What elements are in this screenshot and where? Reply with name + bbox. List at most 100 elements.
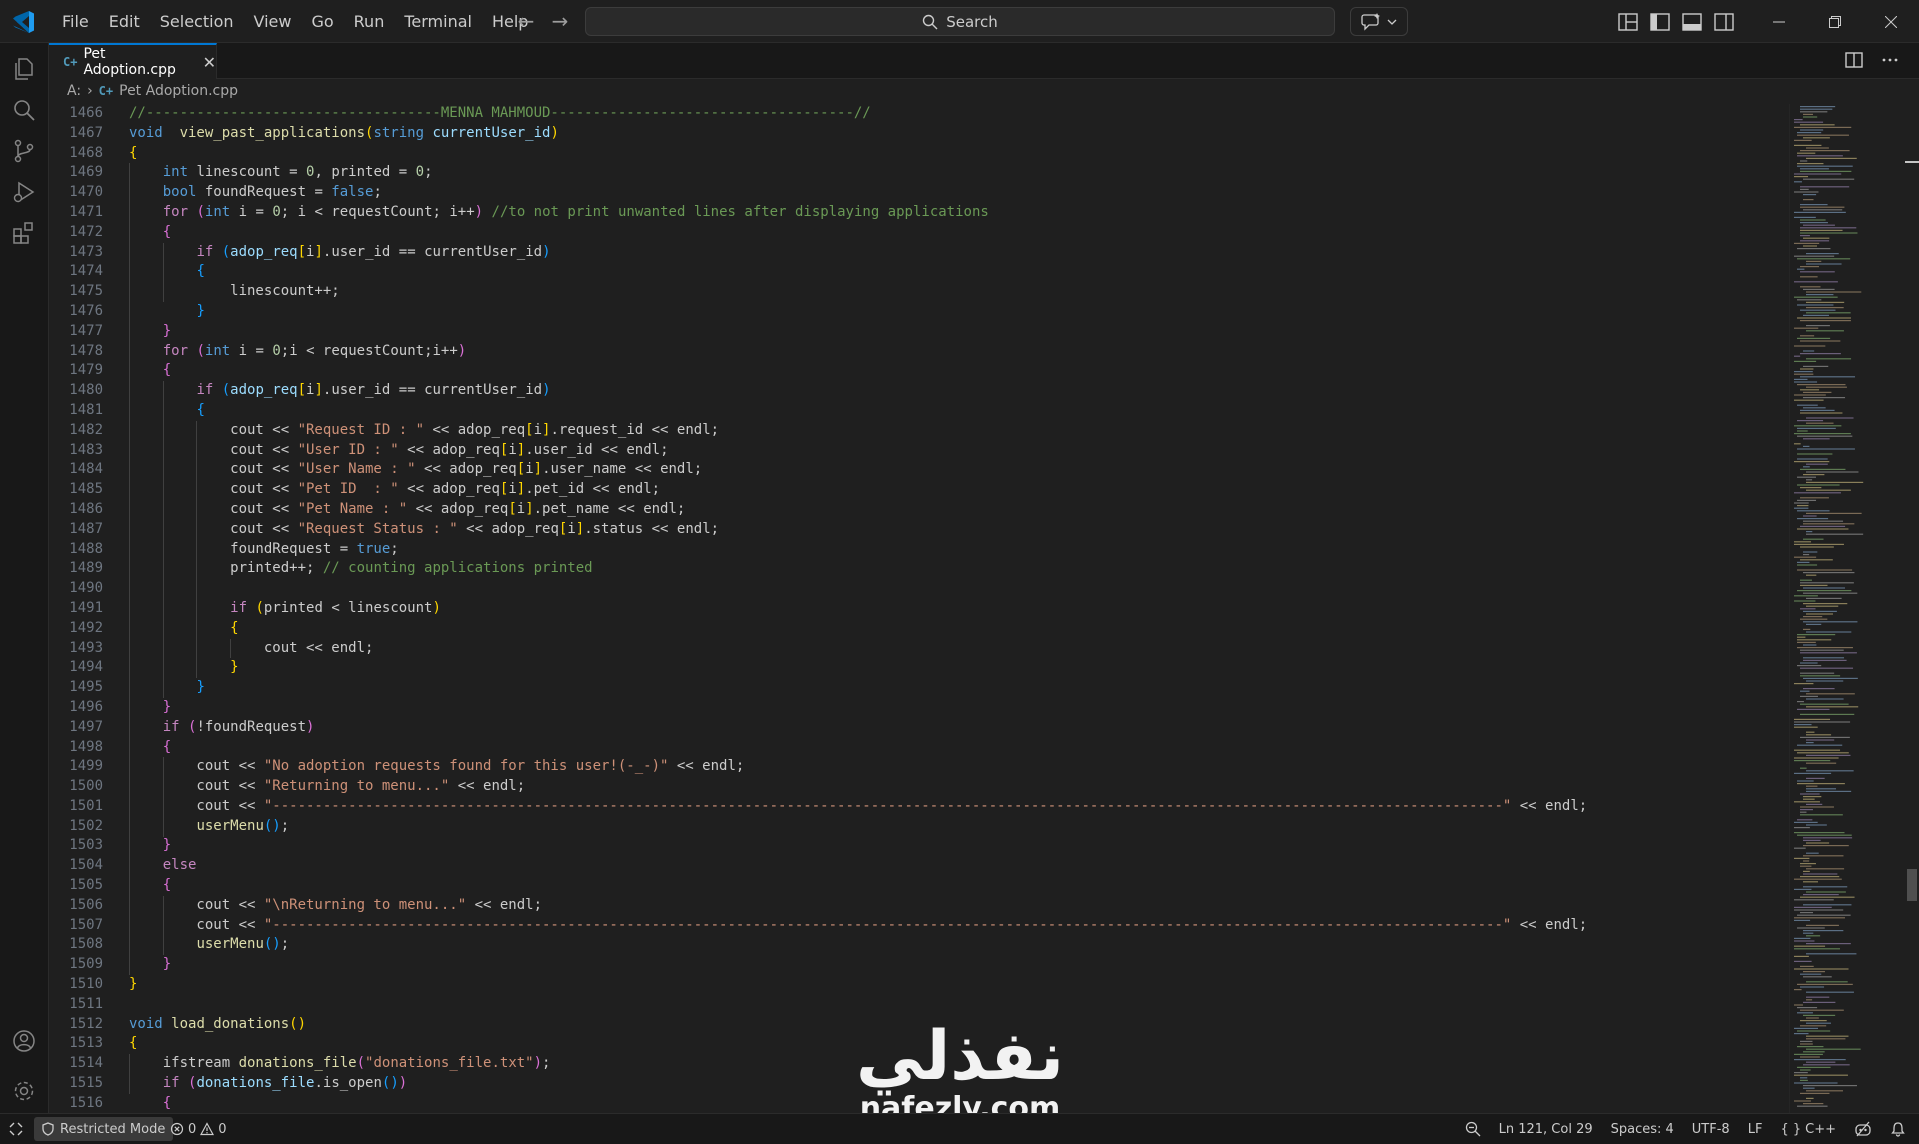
code-line[interactable]: 1473 if (adop_req[i].user_id == currentU… <box>49 243 1789 263</box>
code-line[interactable]: 1479 { <box>49 361 1789 381</box>
menu-edit[interactable]: Edit <box>99 7 150 37</box>
search-sidebar-icon[interactable] <box>11 97 37 123</box>
menu-run[interactable]: Run <box>344 7 395 37</box>
code-line[interactable]: 1466 //----------------------------------… <box>49 104 1789 124</box>
breadcrumb-drive[interactable]: A: <box>67 83 81 99</box>
close-window-icon[interactable] <box>1863 0 1919 43</box>
minimize-icon[interactable] <box>1751 0 1807 43</box>
code-line[interactable]: 1484 cout << "User Name : " << adop_req[… <box>49 460 1789 480</box>
code-line[interactable]: 1496 } <box>49 698 1789 718</box>
code-line[interactable]: 1475 linescount++; <box>49 282 1789 302</box>
run-debug-icon[interactable] <box>11 179 37 205</box>
arrow-left-icon[interactable]: ← <box>512 8 540 34</box>
code-line[interactable]: 1511 <box>49 995 1789 1015</box>
toggle-panel-icon[interactable] <box>1680 10 1704 34</box>
code-line[interactable]: 1472 { <box>49 223 1789 243</box>
code-line[interactable]: 1493 cout << endl; <box>49 639 1789 659</box>
customize-layout-icon[interactable] <box>1616 10 1640 34</box>
menu-go[interactable]: Go <box>301 7 343 37</box>
minimap[interactable] <box>1789 104 1903 1114</box>
arrow-right-icon[interactable]: → <box>546 8 574 34</box>
extensions-icon[interactable] <box>11 220 37 246</box>
restricted-mode-badge[interactable]: Restricted Mode <box>34 1117 174 1141</box>
code-line[interactable]: 1488 foundRequest = true; <box>49 540 1789 560</box>
menu-terminal[interactable]: Terminal <box>394 7 482 37</box>
code-line[interactable]: 1499 cout << "No adoption requests found… <box>49 757 1789 777</box>
code-line[interactable]: 1487 cout << "Request Status : " << adop… <box>49 520 1789 540</box>
code-line[interactable]: 1483 cout << "User ID : " << adop_req[i]… <box>49 441 1789 461</box>
code-line[interactable]: 1470 bool foundRequest = false; <box>49 183 1789 203</box>
code-line[interactable]: 1500 cout << "Returning to menu..." << e… <box>49 777 1789 797</box>
code-line[interactable]: 1508 userMenu(); <box>49 935 1789 955</box>
problems-indicator[interactable]: 0 0 <box>170 1114 227 1144</box>
code-line[interactable]: 1469 int linescount = 0, printed = 0; <box>49 163 1789 183</box>
code-line[interactable]: 1501 cout << "--------------------------… <box>49 797 1789 817</box>
copilot-status-icon[interactable] <box>1845 1121 1881 1137</box>
minimap-line <box>1797 647 1853 649</box>
code-line[interactable]: 1510} <box>49 975 1789 995</box>
cursor-position[interactable]: Ln 121, Col 29 <box>1490 1122 1602 1137</box>
restore-icon[interactable] <box>1807 0 1863 43</box>
minimap-line <box>1800 973 1822 975</box>
vertical-scrollbar[interactable] <box>1903 104 1919 1114</box>
code-line[interactable]: 1476 } <box>49 302 1789 322</box>
breadcrumb-file[interactable]: Pet Adoption.cpp <box>119 83 238 99</box>
command-center-search[interactable]: Search <box>585 7 1335 36</box>
copilot-chat-button[interactable] <box>1350 7 1408 36</box>
menu-file[interactable]: File <box>52 7 99 37</box>
code-line[interactable]: 1481 { <box>49 401 1789 421</box>
explorer-icon[interactable] <box>11 56 37 82</box>
code-line[interactable]: 1497 if (!foundRequest) <box>49 718 1789 738</box>
code-line[interactable]: 1503 } <box>49 836 1789 856</box>
code-line[interactable]: 1474 { <box>49 262 1789 282</box>
code-line[interactable]: 1485 cout << "Pet ID : " << adop_req[i].… <box>49 480 1789 500</box>
code-line[interactable]: 1480 if (adop_req[i].user_id == currentU… <box>49 381 1789 401</box>
split-editor-icon[interactable] <box>1843 49 1865 71</box>
code-line[interactable]: 1489 printed++; // counting applications… <box>49 559 1789 579</box>
menu-view[interactable]: View <box>244 7 302 37</box>
code-line[interactable]: 1490 <box>49 579 1789 599</box>
source-control-icon[interactable] <box>11 138 37 164</box>
more-actions-icon[interactable] <box>1879 49 1901 71</box>
language-mode[interactable]: { } C++ <box>1771 1122 1845 1137</box>
end-of-line[interactable]: LF <box>1739 1122 1772 1137</box>
scrollbar-thumb[interactable] <box>1907 869 1917 901</box>
code-line[interactable]: 1477 } <box>49 322 1789 342</box>
code-line[interactable]: 1506 cout << "\nReturning to menu..." <<… <box>49 896 1789 916</box>
code-line[interactable]: 1486 cout << "Pet Name : " << adop_req[i… <box>49 500 1789 520</box>
tab-pet-adoption-cpp[interactable]: C+ Pet Adoption.cpp ✕ <box>49 43 217 79</box>
code-line[interactable]: 1502 userMenu(); <box>49 817 1789 837</box>
menu-selection[interactable]: Selection <box>150 7 244 37</box>
minimap-line <box>1794 760 1831 762</box>
minimap-line <box>1806 742 1814 744</box>
zoom-out-icon[interactable] <box>1456 1121 1490 1137</box>
code-token: , printed = <box>314 164 416 181</box>
code-line[interactable]: 1498 { <box>49 738 1789 758</box>
settings-gear-icon[interactable] <box>11 1078 37 1104</box>
code-line[interactable]: 1482 cout << "Request ID : " << adop_req… <box>49 421 1789 441</box>
code-line[interactable]: 1507 cout << "--------------------------… <box>49 916 1789 936</box>
notifications-bell-icon[interactable] <box>1881 1121 1915 1137</box>
remote-icon[interactable] <box>0 1114 32 1144</box>
code-line[interactable]: 1504 else <box>49 856 1789 876</box>
code-line[interactable]: 1509 } <box>49 955 1789 975</box>
toggle-primary-sidebar-icon[interactable] <box>1648 10 1672 34</box>
code-line[interactable]: 1505 { <box>49 876 1789 896</box>
code-line[interactable]: 1467 void view_past_applications(string c… <box>49 124 1789 144</box>
account-icon[interactable] <box>11 1028 37 1054</box>
encoding[interactable]: UTF-8 <box>1683 1122 1739 1137</box>
code-line[interactable]: 1468 { <box>49 144 1789 164</box>
close-icon[interactable]: ✕ <box>203 53 216 72</box>
code-line[interactable]: 1492 { <box>49 619 1789 639</box>
toggle-secondary-sidebar-icon[interactable] <box>1712 10 1736 34</box>
code-line[interactable]: 1478 for (int i = 0;i < requestCount;i++… <box>49 342 1789 362</box>
code-line[interactable]: 1495 } <box>49 678 1789 698</box>
indentation[interactable]: Spaces: 4 <box>1602 1122 1683 1137</box>
minimap-line <box>1803 314 1829 316</box>
vscode-logo-icon[interactable] <box>10 9 36 35</box>
code-token: () <box>263 817 281 834</box>
code-line[interactable]: 1471 for (int i = 0; i < requestCount; i… <box>49 203 1789 223</box>
code-editor[interactable]: 1466 //----------------------------------… <box>49 104 1789 1114</box>
code-line[interactable]: 1491 if (printed < linescount) <box>49 599 1789 619</box>
code-line[interactable]: 1494 } <box>49 658 1789 678</box>
